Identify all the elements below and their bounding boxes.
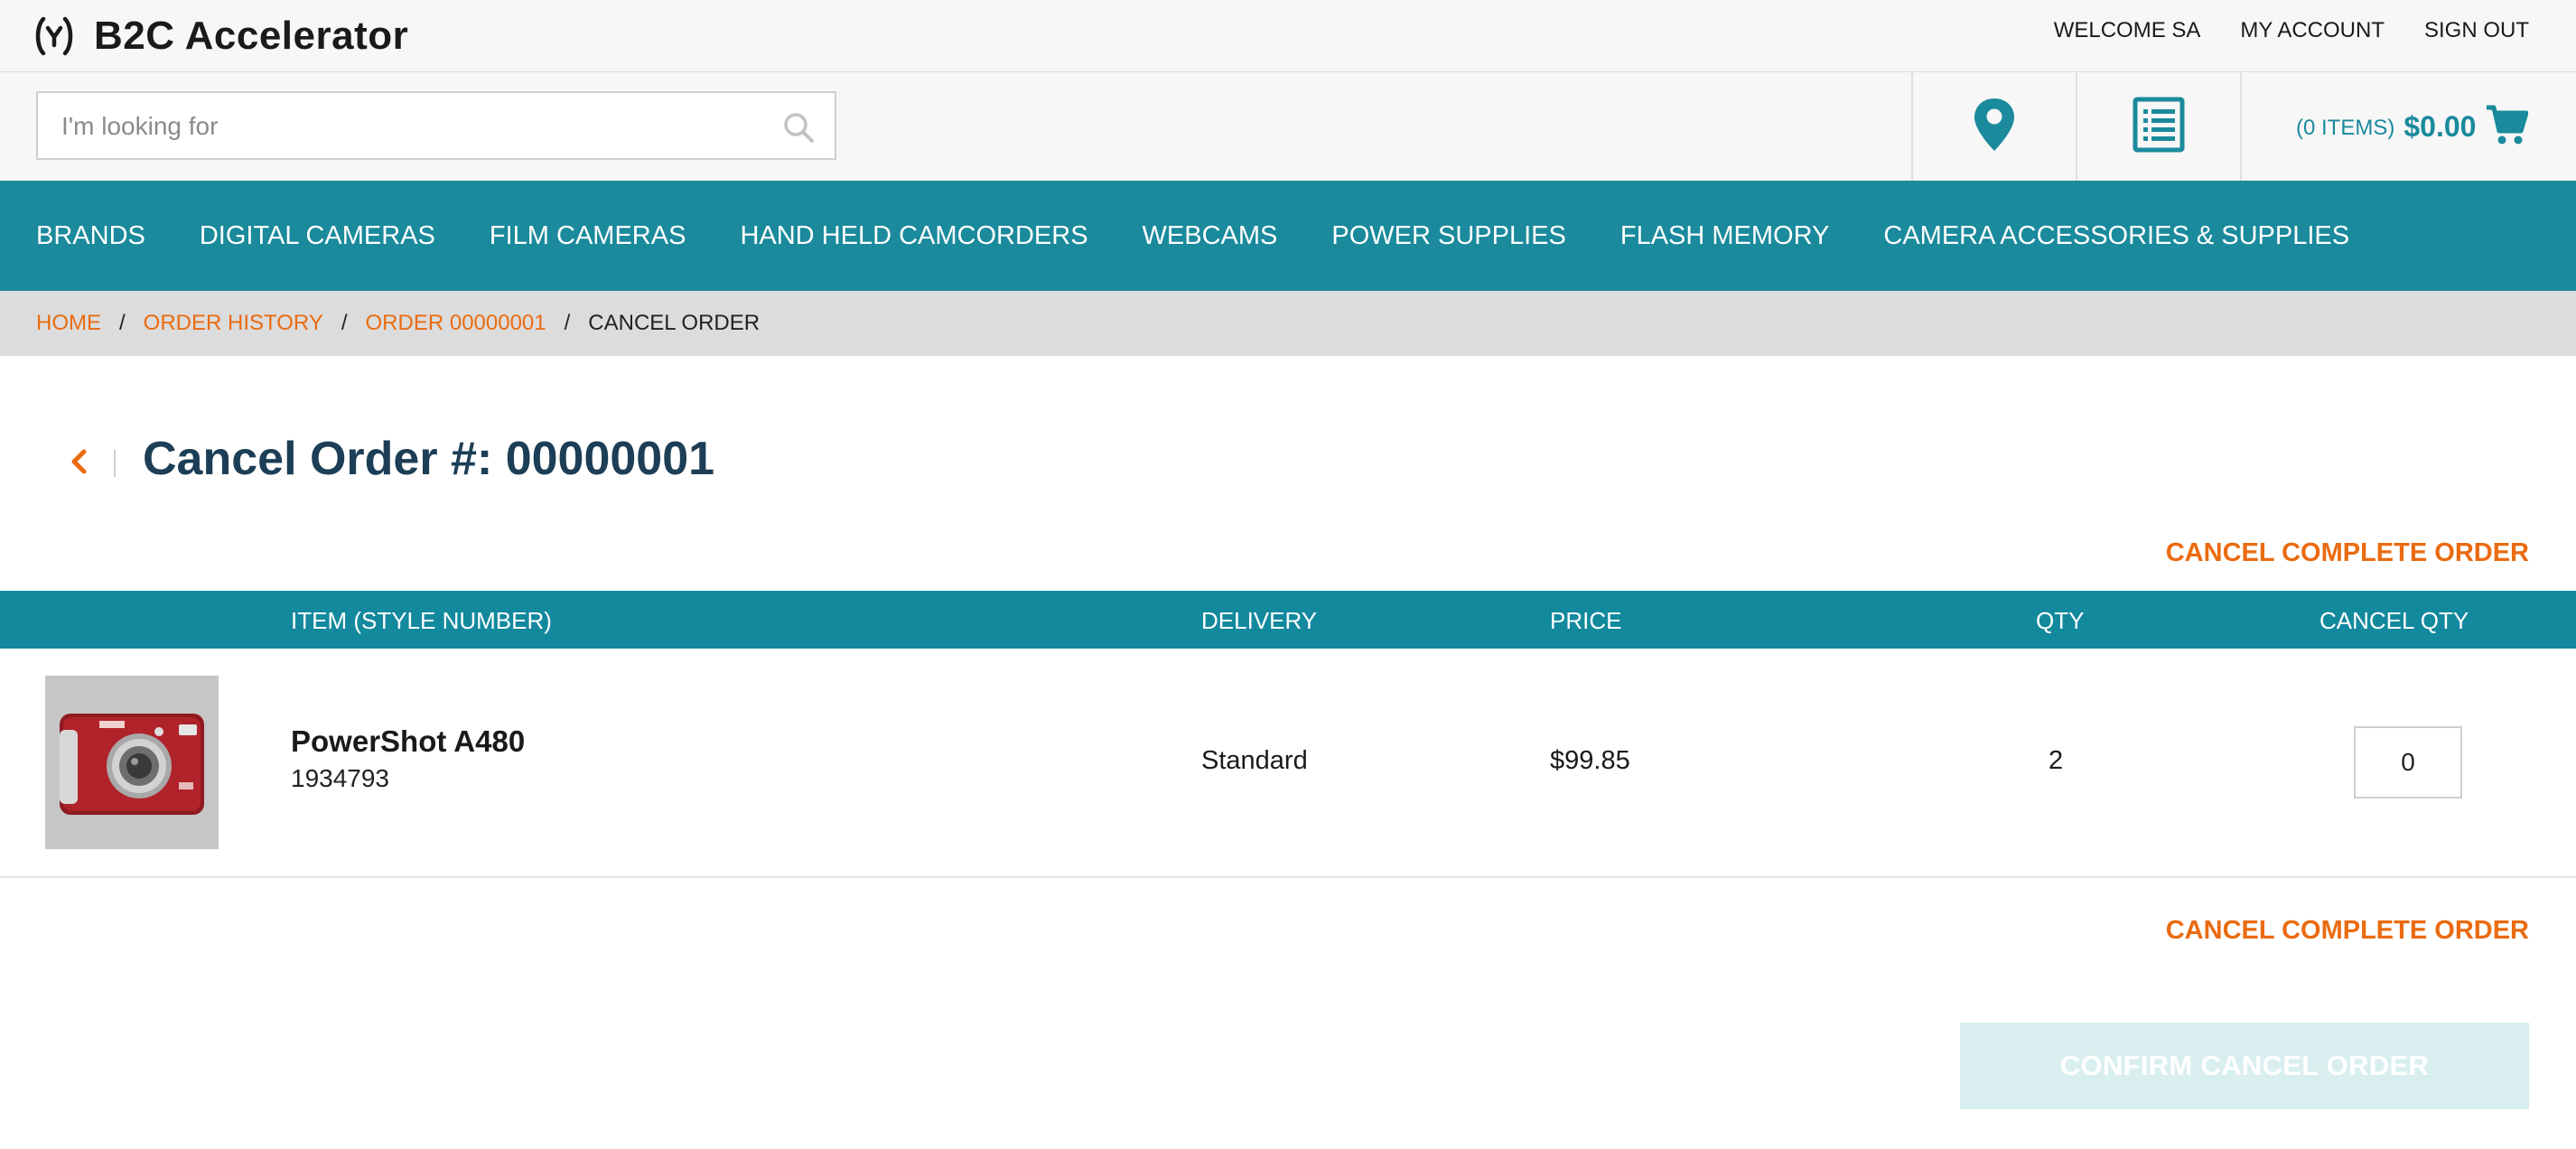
- breadcrumb: HOME / ORDER HISTORY / ORDER 00000001 / …: [0, 291, 2576, 356]
- top-utility-bar: B2C Accelerator WELCOME SA MY ACCOUNT SI…: [0, 0, 2576, 72]
- mini-cart[interactable]: (0 ITEMS) $0.00: [2240, 72, 2576, 181]
- breadcrumb-current: CANCEL ORDER: [588, 311, 761, 335]
- delivery-value: Standard: [1201, 746, 1308, 775]
- product-code: 1934793: [291, 764, 390, 792]
- column-header-qty: QTY: [2036, 607, 2085, 634]
- nav-item-digital-cameras[interactable]: DIGITAL CAMERAS: [200, 221, 435, 251]
- nav-item-webcams[interactable]: WEBCAMS: [1143, 221, 1278, 251]
- title-divider: [114, 450, 116, 477]
- nav-item-hand-held-camcorders[interactable]: HAND HELD CAMCORDERS: [740, 221, 1087, 251]
- qty-value: 2: [2049, 746, 2064, 775]
- column-header-price: PRICE: [1550, 607, 1622, 634]
- breadcrumb-separator: /: [564, 311, 571, 335]
- product-image[interactable]: [45, 676, 219, 849]
- breadcrumb-home[interactable]: HOME: [36, 311, 101, 336]
- search-box: [36, 91, 836, 160]
- price-value: $99.85: [1550, 746, 1630, 775]
- category-nav: BRANDS DIGITAL CAMERAS FILM CAMERAS HAND…: [0, 181, 2576, 291]
- nav-item-film-cameras[interactable]: FILM CAMERAS: [490, 221, 686, 251]
- account-links: WELCOME SA MY ACCOUNT SIGN OUT: [2054, 18, 2529, 43]
- store-locator-button[interactable]: [1911, 72, 2076, 181]
- table-row: PowerShot A480 1934793 Standard $99.85 2: [0, 649, 2576, 878]
- nav-item-flash-memory[interactable]: FLASH MEMORY: [1620, 221, 1830, 251]
- cart-icon: [2485, 104, 2529, 150]
- nav-item-brands[interactable]: BRANDS: [36, 221, 145, 251]
- search-icon[interactable]: [782, 111, 815, 144]
- cancel-complete-order-link-top[interactable]: CANCEL COMPLETE ORDER: [2166, 538, 2529, 568]
- cart-total: $0.00: [2403, 109, 2477, 143]
- quick-order-button[interactable]: [2076, 72, 2240, 181]
- confirm-cancel-order-button[interactable]: CONFIRM CANCEL ORDER: [1960, 1023, 2529, 1109]
- my-account-link[interactable]: MY ACCOUNT: [2240, 18, 2385, 43]
- brand-name: B2C Accelerator: [94, 14, 409, 58]
- breadcrumb-order-history[interactable]: ORDER HISTORY: [144, 311, 323, 336]
- logo-mark-icon: [34, 15, 74, 57]
- column-header-cancel-qty: CANCEL QTY: [2319, 607, 2469, 634]
- sign-out-link[interactable]: SIGN OUT: [2424, 18, 2529, 43]
- nav-item-power-supplies[interactable]: POWER SUPPLIES: [1331, 221, 1565, 251]
- welcome-text: WELCOME SA: [2053, 18, 2201, 42]
- column-header-item: ITEM (STYLE NUMBER): [291, 607, 552, 634]
- table-header: ITEM (STYLE NUMBER) DELIVERY PRICE QTY C…: [0, 591, 2576, 649]
- breadcrumb-order[interactable]: ORDER 00000001: [366, 311, 546, 336]
- store-locator-icon: [1973, 97, 2016, 157]
- site-logo[interactable]: B2C Accelerator: [34, 13, 408, 60]
- product-name[interactable]: PowerShot A480: [291, 724, 525, 759]
- cancel-complete-order-link-bottom[interactable]: CANCEL COMPLETE ORDER: [2166, 916, 2529, 946]
- page-title: Cancel Order #: 00000001: [143, 433, 715, 485]
- breadcrumb-separator: /: [119, 311, 126, 335]
- search-input[interactable]: [60, 93, 768, 160]
- cancel-qty-input[interactable]: [2354, 726, 2462, 799]
- chevron-left-icon: [69, 448, 89, 480]
- quick-order-list-icon: [2133, 97, 2185, 157]
- nav-item-camera-accessories[interactable]: CAMERA ACCESSORIES & SUPPLIES: [1883, 221, 2349, 251]
- search-row: (0 ITEMS) $0.00: [0, 72, 2576, 181]
- breadcrumb-separator: /: [341, 311, 348, 335]
- column-header-delivery: DELIVERY: [1201, 607, 1318, 634]
- back-button[interactable]: [69, 441, 99, 486]
- cart-item-count: (0 ITEMS): [2296, 116, 2395, 140]
